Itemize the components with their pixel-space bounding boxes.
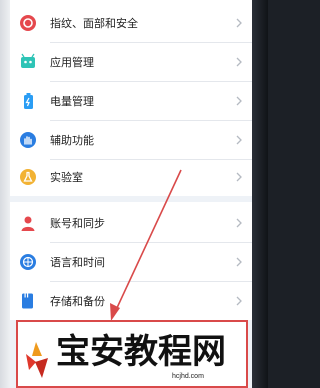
settings-item-accessibility[interactable]: 辅助功能 bbox=[10, 120, 252, 159]
settings-group-security: 指纹、面部和安全 应用管理 电量管理 辅助功能 实验室 bbox=[10, 0, 252, 196]
settings-group-account: 账号和同步 语言和时间 存储和备份 bbox=[10, 202, 252, 320]
settings-item-label: 应用管理 bbox=[50, 55, 94, 69]
storage-icon bbox=[19, 292, 37, 310]
watermark-site: hcjhd.com bbox=[172, 373, 204, 380]
chevron-right-icon bbox=[236, 218, 242, 227]
settings-item-language-time[interactable]: 语言和时间 bbox=[10, 242, 252, 281]
watermark-title: 宝安教程网 bbox=[56, 332, 226, 372]
chevron-right-icon bbox=[236, 296, 242, 305]
chevron-right-icon bbox=[236, 96, 242, 105]
phone-bezel-right bbox=[252, 0, 268, 388]
chevron-right-icon bbox=[236, 172, 242, 181]
chevron-right-icon bbox=[236, 135, 242, 144]
settings-item-app-management[interactable]: 应用管理 bbox=[10, 42, 252, 81]
settings-item-label: 账号和同步 bbox=[50, 216, 105, 230]
fingerprint-security-icon bbox=[19, 14, 37, 32]
account-person-icon bbox=[19, 214, 37, 232]
battery-icon bbox=[19, 92, 37, 110]
chevron-right-icon bbox=[236, 18, 242, 27]
settings-item-lab[interactable]: 实验室 bbox=[10, 157, 252, 196]
settings-item-label: 存储和备份 bbox=[50, 294, 105, 308]
settings-item-account-sync[interactable]: 账号和同步 bbox=[10, 203, 252, 242]
settings-item-label: 辅助功能 bbox=[50, 133, 94, 147]
phone-bezel-left bbox=[0, 0, 10, 388]
settings-item-label: 实验室 bbox=[50, 170, 83, 184]
watermark-logo-icon bbox=[26, 342, 48, 378]
language-globe-icon bbox=[19, 253, 37, 271]
settings-item-label: 语言和时间 bbox=[50, 255, 105, 269]
settings-item-battery[interactable]: 电量管理 bbox=[10, 81, 252, 120]
lab-flask-icon bbox=[19, 168, 37, 186]
settings-item-label: 电量管理 bbox=[50, 94, 94, 108]
chevron-right-icon bbox=[236, 57, 242, 66]
settings-item-label: 指纹、面部和安全 bbox=[50, 16, 138, 30]
settings-item-storage-backup[interactable]: 存储和备份 bbox=[10, 281, 252, 320]
chevron-right-icon bbox=[236, 257, 242, 266]
app-management-icon bbox=[19, 53, 37, 71]
accessibility-hand-icon bbox=[19, 131, 37, 149]
settings-item-security[interactable]: 指纹、面部和安全 bbox=[10, 3, 252, 42]
watermark: 宝安教程网 hcjhd.com bbox=[22, 330, 252, 388]
